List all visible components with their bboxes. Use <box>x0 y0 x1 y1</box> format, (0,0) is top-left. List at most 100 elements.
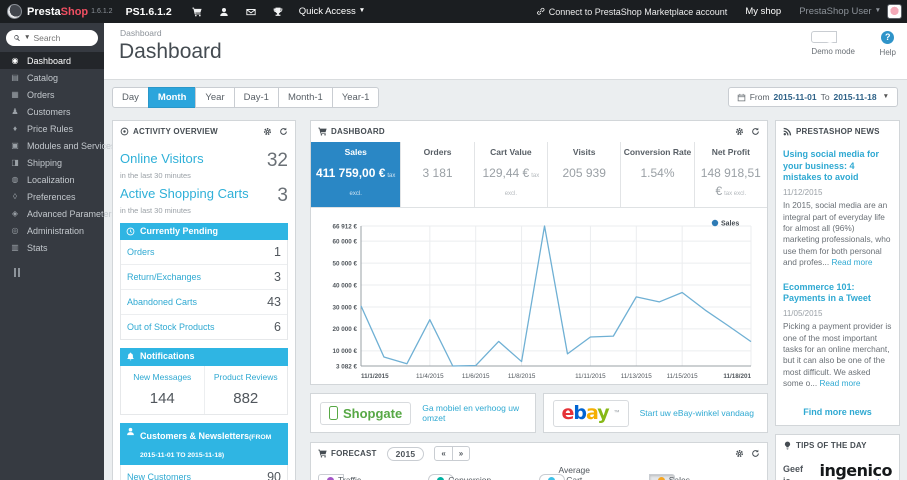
metric-value-wrap: 3 181 <box>403 164 471 182</box>
metric-tab-visits[interactable]: Visits 205 939 <box>547 142 621 207</box>
sidebar-item-shipping[interactable]: ◨ Shipping <box>0 154 104 171</box>
help-control: ? Help <box>880 31 896 57</box>
metric-tab-orders[interactable]: Orders 3 181 <box>400 142 474 207</box>
quick-access-menu[interactable]: Quick Access ▼ <box>299 6 365 17</box>
date-range-picker[interactable]: From 2015-11-01 To 2015-11-18 ▼ <box>727 87 898 107</box>
advanced-parameters-icon: ◈ <box>11 209 19 218</box>
help-icon[interactable]: ? <box>881 31 895 44</box>
active-carts-link[interactable]: Active Shopping Carts <box>120 186 249 201</box>
range-button-year[interactable]: Year <box>195 87 235 108</box>
lightbulb-icon <box>783 441 792 450</box>
activity-overview-panel: ACTIVITY OVERVIEW Online Visitors 32 in t… <box>112 120 296 480</box>
price-rules-icon: ♦ <box>12 124 18 133</box>
forecast-toggle-traffic[interactable]: Traffic <box>318 474 361 480</box>
forecast-toggle-conversion[interactable]: Conversion <box>428 474 491 480</box>
marketplace-connect-label: Connect to PrestaShop Marketplace accoun… <box>548 6 728 17</box>
caret-down-icon: ▼ <box>358 7 366 15</box>
sidebar-item-administration[interactable]: ◎ Administration <box>0 222 104 239</box>
range-button-month-1[interactable]: Month-1 <box>277 87 333 108</box>
pending-label[interactable]: Return/Exchanges <box>127 272 201 282</box>
sidebar-item-localization[interactable]: ◍ Localization <box>0 171 104 188</box>
customers-label[interactable]: New Customers <box>127 472 191 480</box>
news-article-title[interactable]: Ecommerce 101: Payments in a Tweet <box>783 282 892 305</box>
preferences-icon: ◊ <box>13 192 17 201</box>
gear-icon[interactable] <box>263 127 272 136</box>
refresh-icon[interactable] <box>751 449 760 458</box>
forecast-year: 2015 <box>386 446 425 461</box>
sidebar-item-price-rules[interactable]: ♦ Price Rules <box>0 120 104 137</box>
read-more-link[interactable]: Read more <box>819 378 860 388</box>
read-more-link[interactable]: Read more <box>831 257 872 267</box>
sidebar-search[interactable]: ▼ <box>6 30 98 46</box>
avatar[interactable] <box>887 4 902 19</box>
range-button-day[interactable]: Day <box>112 87 149 108</box>
news-article-title[interactable]: Using social media for your business: 4 … <box>783 149 892 184</box>
range-button-year-1[interactable]: Year-1 <box>331 87 380 108</box>
metric-label: Sales <box>344 147 367 157</box>
trophy-icon[interactable] <box>273 7 283 17</box>
notification-label[interactable]: New Messages <box>123 372 202 382</box>
breadcrumb[interactable]: Dashboard <box>120 28 162 38</box>
conversion-dot-icon <box>437 476 445 480</box>
metric-label: Conversion Rate <box>623 147 692 157</box>
metric-tab-net-profit[interactable]: Net Profit 148 918,51 € tax excl. <box>693 142 767 207</box>
customers-value: 90 <box>267 469 281 480</box>
search-input[interactable] <box>33 33 90 43</box>
tips-panel-title: TIPS OF THE DAY <box>796 440 867 450</box>
shopgate-banner[interactable]: Shopgate Ga mobiel en verhoog uw omzet <box>310 393 536 433</box>
sidebar-item-label: Orders <box>27 89 55 100</box>
sidebar-item-stats[interactable]: ▥ Stats <box>0 239 104 256</box>
messages-icon[interactable] <box>246 7 256 17</box>
sidebar-item-customers[interactable]: ♟ Customers <box>0 103 104 120</box>
customers-newsletters-title: Customers & Newsletters <box>140 430 250 441</box>
shopgate-logo-text: Shopgate <box>343 405 403 421</box>
find-more-news-link[interactable]: Find more news <box>776 407 899 417</box>
sidebar-item-catalog[interactable]: ▤ Catalog <box>0 69 104 86</box>
sidebar-item-modules-and-services[interactable]: ▣ Modules and Services <box>0 137 115 154</box>
date-from-label: From <box>749 92 770 102</box>
range-button-month[interactable]: Month <box>147 87 197 108</box>
collapse-sidebar-icon[interactable] <box>14 268 104 277</box>
metric-tab-cart-value[interactable]: Cart Value 129,44 € tax excl. <box>473 142 548 207</box>
user-menu[interactable]: PrestaShop User ▼ <box>799 6 881 17</box>
shopgate-link[interactable]: Ga mobiel en verhoog uw omzet <box>422 403 525 423</box>
sidebar-item-orders[interactable]: ▦ Orders <box>0 86 104 103</box>
gear-icon[interactable] <box>735 127 744 136</box>
metric-label: Cart Value <box>490 147 532 157</box>
metric-value-wrap: 205 939 <box>550 164 618 182</box>
forecast-toggle-average-cart-value[interactable]: Average Cart Value <box>538 465 590 480</box>
refresh-icon[interactable] <box>279 127 288 136</box>
pending-label[interactable]: Abandoned Carts <box>127 297 197 307</box>
main-area: Dashboard Dashboard Demo mode ? Help Day… <box>104 23 907 480</box>
metric-tab-conversion-rate[interactable]: Conversion Rate 1.54% <box>620 142 694 207</box>
next-period-button[interactable]: » <box>451 445 471 462</box>
ebay-banner[interactable]: ebay ™ Start uw eBay-winkel vandaag <box>542 393 768 433</box>
sidebar-item-dashboard[interactable]: ◉ Dashboard <box>0 52 104 69</box>
cart-icon[interactable] <box>192 7 202 17</box>
customers-quick-icon[interactable] <box>219 7 229 17</box>
dashboard-panel-title: DASHBOARD <box>331 127 385 136</box>
sidebar-item-advanced-parameters[interactable]: ◈ Advanced Parameters <box>0 205 116 222</box>
metric-tab-sales[interactable]: Sales 411 759,00 € tax excl. <box>311 142 401 207</box>
notification-column-product-reviews: Product Reviews 882 <box>203 365 288 414</box>
pending-label[interactable]: Out of Stock Products <box>127 322 215 332</box>
my-shop-link[interactable]: My shop <box>745 6 781 17</box>
sidebar-item-preferences[interactable]: ◊ Preferences <box>0 188 104 205</box>
sales-chart-container: 66 912 € 60 000 € 50 000 € 40 000 € 30 000 €… <box>311 208 767 384</box>
forecast-toggle-sales[interactable]: Sales <box>648 474 690 480</box>
news-panel-title: PRESTASHOP NEWS <box>796 127 880 136</box>
demo-mode-toggle[interactable] <box>811 31 838 43</box>
marketplace-connect-link[interactable]: Connect to PrestaShop Marketplace accoun… <box>536 6 728 17</box>
online-visitors-link[interactable]: Online Visitors <box>120 151 204 166</box>
notification-label[interactable]: Product Reviews <box>207 372 286 382</box>
notification-value: 144 <box>149 389 175 407</box>
date-toolbar: Day Month Year Day-1 Month-1 Year-1 From 2015… <box>112 87 898 108</box>
gear-icon[interactable] <box>735 449 744 458</box>
pending-label[interactable]: Orders <box>127 247 155 257</box>
metric-suffix: tax excl. <box>724 191 747 197</box>
ebay-link[interactable]: Start uw eBay-winkel vandaag <box>640 408 754 418</box>
refresh-icon[interactable] <box>751 127 760 136</box>
previous-period-button[interactable]: « <box>434 445 453 462</box>
range-button-day-1[interactable]: Day-1 <box>233 87 279 108</box>
sidebar-item-label: Catalog <box>27 72 59 83</box>
